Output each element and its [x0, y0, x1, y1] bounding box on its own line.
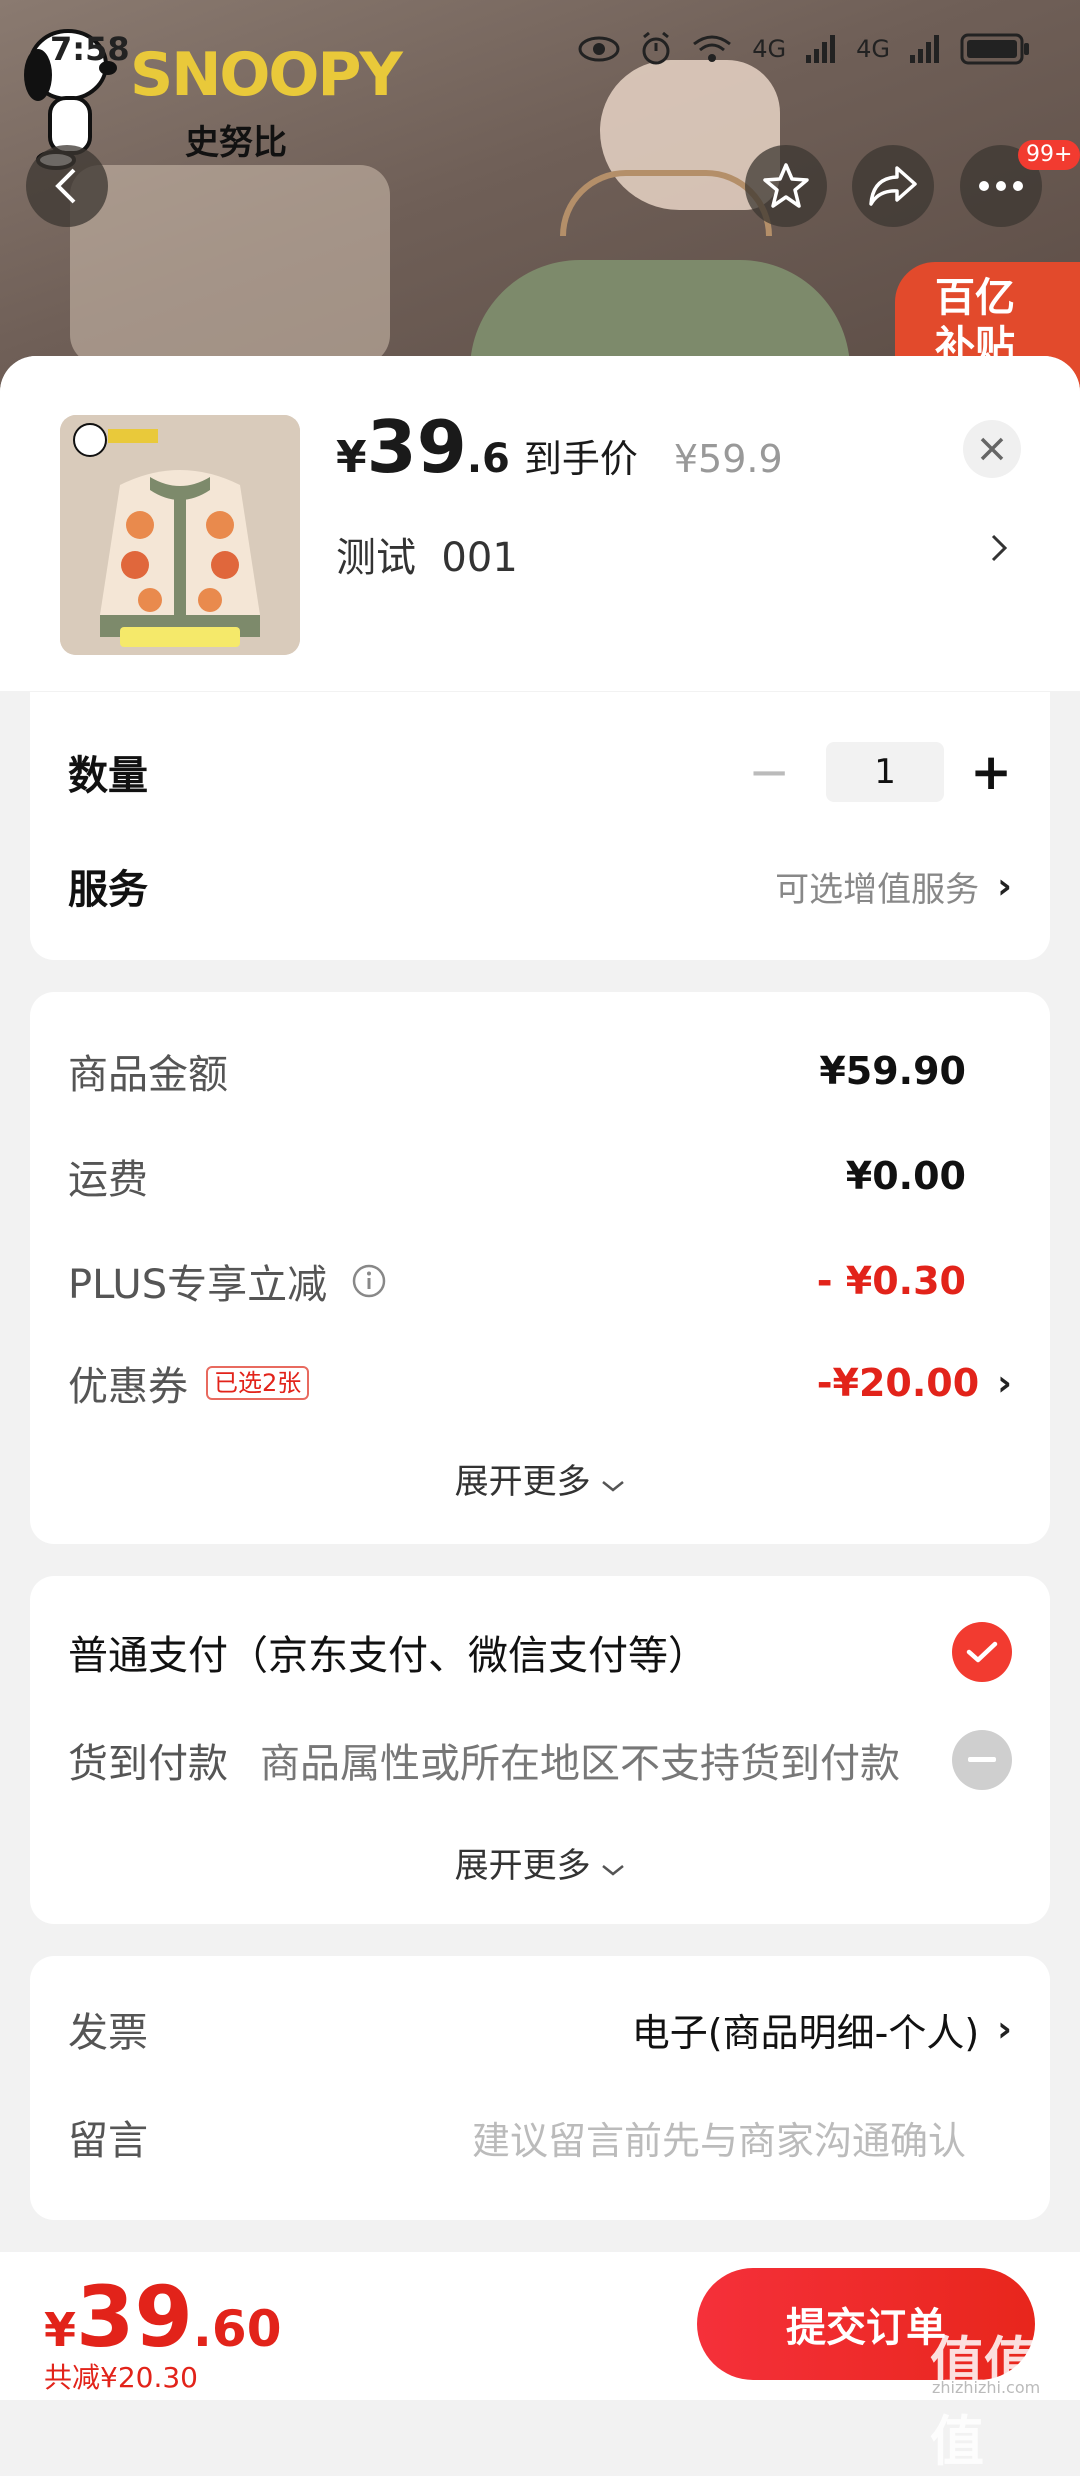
amount-card: 商品金额 ¥59.90 运费 ¥0.00 PLUS专享立减 - ¥0.30 优惠…	[30, 992, 1050, 1544]
message-row: 留言 建议留言前先与商家沟通确认	[68, 2108, 1012, 2166]
message-input[interactable]: 建议留言前先与商家沟通确认	[472, 2110, 966, 2165]
payment-normal-row[interactable]: 普通支付（京东支付、微信支付等）	[68, 1622, 1012, 1682]
service-row[interactable]: 服务 可选增值服务 ›	[68, 857, 1012, 915]
expand-more-payment[interactable]: 展开更多	[30, 1838, 1050, 1887]
payment-cod-note: 商品属性或所在地区不支持货到付款	[260, 1741, 900, 1787]
favorite-button[interactable]	[745, 145, 827, 227]
star-icon	[763, 163, 809, 208]
chevron-down-icon	[602, 1481, 625, 1492]
invoice-value: 电子(商品明细-个人)	[631, 2010, 980, 2055]
payment-cod-row: 货到付款 商品属性或所在地区不支持货到付款	[68, 1730, 1012, 1790]
signal-icon	[806, 35, 836, 63]
invoice-row[interactable]: 发票 电子(商品明细-个人) ›	[68, 2000, 1012, 2058]
chevron-right-icon: ›	[997, 2008, 1012, 2050]
total-decimal: .60	[192, 2300, 282, 2358]
network-4g-2: 4G	[856, 35, 890, 63]
quantity-plus-button[interactable]: +	[970, 743, 1012, 801]
share-icon	[869, 166, 917, 206]
watermark-logo: 值值值	[930, 2331, 1038, 2473]
shipping-row: 运费 ¥0.00	[68, 1147, 1012, 1205]
chevron-right-icon: ›	[997, 865, 1012, 907]
coupon-selected-badge: 已选2张	[206, 1366, 310, 1400]
battery-icon	[960, 33, 1029, 65]
eye-icon	[578, 36, 620, 62]
coupon-label: 优惠券	[68, 1364, 188, 1410]
banner-garment-collar	[470, 260, 850, 370]
chevron-left-icon	[55, 168, 76, 204]
message-label: 留言	[68, 2118, 148, 2164]
total-currency: ¥	[44, 2303, 77, 2357]
price-label: 到手价	[523, 437, 638, 481]
product-thumbnail[interactable]	[60, 415, 300, 655]
quantity-service-card: 数量 − 1 + 服务 可选增值服务 ›	[30, 692, 1050, 960]
watermark-site: zhizhizhi.com	[932, 2378, 1041, 2397]
alarm-icon	[642, 32, 670, 65]
invoice-label: 发票	[68, 2010, 148, 2056]
more-badge: 99+	[1018, 140, 1080, 170]
service-label: 服务	[68, 867, 148, 913]
brand-logo-cn: 史努比	[185, 123, 287, 163]
shipping-value: ¥0.00	[845, 1154, 966, 1198]
network-4g-1: 4G	[752, 35, 787, 63]
selected-spec[interactable]: 测试 001	[336, 525, 518, 583]
total-price: ¥ 39 .60	[44, 2268, 282, 2366]
info-icon[interactable]	[351, 1263, 387, 1299]
chevron-down-icon	[602, 1865, 625, 1876]
original-price: ¥59.9	[673, 437, 783, 481]
payment-normal-label: 普通支付（京东支付、微信支付等）	[68, 1633, 708, 1679]
quantity-minus-button[interactable]: −	[748, 743, 790, 801]
product-thumbnail-image	[60, 415, 300, 655]
expand-more-label: 展开更多	[454, 1846, 591, 1886]
coupon-value: -¥20.00	[816, 1361, 980, 1405]
goods-amount-row: 商品金额 ¥59.90	[68, 1042, 1012, 1100]
plus-discount-label: PLUS专享立减	[68, 1262, 328, 1308]
plus-discount-value: - ¥0.30	[816, 1259, 966, 1303]
coupon-row[interactable]: 优惠券 已选2张 -¥20.00 ›	[68, 1354, 1012, 1412]
goods-amount-value: ¥59.90	[819, 1049, 966, 1093]
close-icon	[980, 437, 1004, 461]
banner-hanger	[560, 170, 772, 236]
signal-icon-2	[910, 35, 939, 63]
invoice-message-card: 发票 电子(商品明细-个人) › 留言 建议留言前先与商家沟通确认	[30, 1956, 1050, 2220]
shipping-label: 运费	[68, 1157, 148, 1203]
close-button[interactable]	[963, 420, 1021, 478]
selected-check-icon[interactable]	[952, 1622, 1012, 1682]
quantity-label: 数量	[68, 753, 148, 799]
price-decimal: .6	[466, 436, 510, 482]
total-saved: 共减¥20.30	[44, 2361, 198, 2394]
chevron-right-icon[interactable]	[990, 528, 1008, 572]
disabled-minus-icon	[952, 1730, 1012, 1790]
status-time: 7:58	[50, 30, 130, 68]
price-integer: 39	[366, 405, 467, 489]
goods-amount-label: 商品金额	[68, 1052, 228, 1098]
service-value: 可选增值服务	[775, 869, 980, 910]
payment-cod-label: 货到付款	[68, 1741, 228, 1787]
total-integer: 39	[76, 2268, 193, 2366]
plus-discount-row: PLUS专享立减 - ¥0.30	[68, 1252, 1012, 1310]
wifi-icon	[693, 35, 732, 62]
quantity-row: 数量 − 1 +	[68, 742, 1012, 802]
status-icons: 4G 4G	[578, 32, 1030, 66]
expand-more-label: 展开更多	[454, 1462, 591, 1502]
expand-more-amounts[interactable]: 展开更多	[30, 1454, 1050, 1503]
chevron-right-icon: ›	[997, 1362, 1012, 1404]
payment-card: 普通支付（京东支付、微信支付等） 货到付款 商品属性或所在地区不支持货到付款 展…	[30, 1576, 1050, 1924]
final-price: ¥ 39 .6 到手价 ¥59.9	[336, 405, 783, 489]
quantity-input[interactable]: 1	[826, 742, 945, 802]
product-banner: 百亿 补贴 7:58 SNOOPY 史努比 4G 4G 99+	[0, 0, 1080, 400]
banner-garment-left	[70, 165, 390, 365]
back-button[interactable]	[26, 145, 108, 227]
brand-logo-text: SNOOPY	[130, 40, 403, 110]
share-button[interactable]	[852, 145, 934, 227]
price-currency: ¥	[336, 432, 367, 483]
more-dots-icon	[979, 181, 1023, 191]
